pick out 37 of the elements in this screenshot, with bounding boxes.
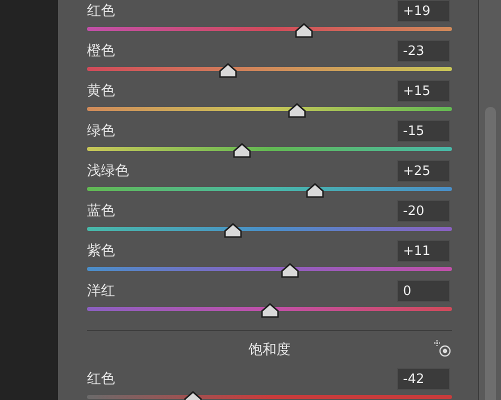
value-field[interactable]: -42	[397, 368, 450, 390]
slider-track[interactable]	[87, 27, 452, 31]
slider-label: 橙色	[87, 42, 115, 60]
slider-track[interactable]	[87, 227, 452, 231]
section-title: 饱和度	[248, 340, 290, 358]
slider-track[interactable]	[87, 267, 452, 271]
value-field[interactable]: +25	[397, 160, 450, 182]
slider-track[interactable]	[87, 187, 452, 191]
slider-thumb[interactable]	[288, 103, 306, 118]
value-field[interactable]: -23	[397, 40, 450, 62]
slider-label: 红色	[87, 370, 115, 388]
target-adjust-icon[interactable]	[432, 339, 452, 359]
slider-thumb[interactable]	[224, 223, 242, 238]
slider-thumb[interactable]	[280, 263, 299, 278]
slider-thumb[interactable]	[218, 63, 237, 78]
slider-track[interactable]	[87, 67, 452, 71]
slider-label: 蓝色	[87, 202, 115, 220]
slider-label: 绿色	[87, 122, 115, 140]
slider-thumb[interactable]	[306, 183, 324, 198]
slider-label: 紫色	[87, 242, 115, 260]
value-field[interactable]: +19	[397, 0, 450, 22]
value-field[interactable]: -20	[397, 200, 450, 222]
slider-track[interactable]	[87, 395, 452, 399]
slider-thumb[interactable]	[233, 143, 252, 158]
value-field[interactable]: -15	[397, 120, 450, 142]
slider-thumb[interactable]	[295, 23, 314, 38]
slider-thumb[interactable]	[260, 303, 278, 318]
value-field[interactable]: +11	[397, 240, 450, 262]
slider-track[interactable]	[87, 147, 452, 151]
value-field[interactable]: 0	[397, 280, 450, 302]
slider-label: 浅绿色	[87, 162, 129, 180]
slider-label: 洋红	[87, 282, 115, 300]
slider-track[interactable]	[87, 107, 452, 111]
slider-track[interactable]	[87, 307, 452, 311]
slider-label: 黄色	[87, 82, 115, 100]
value-field[interactable]: +15	[397, 80, 450, 102]
slider-label: 红色	[87, 2, 115, 20]
